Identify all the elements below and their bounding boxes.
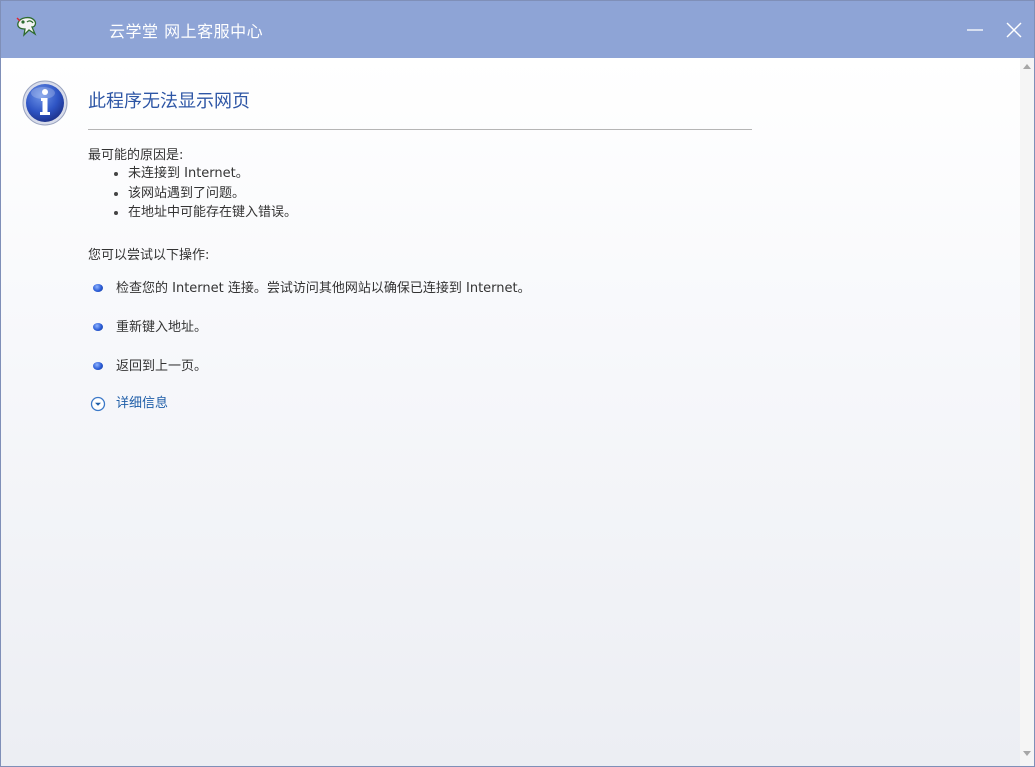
action-text: 检查您的 Internet 连接。尝试访问其他网站以确保已连接到 Interne… bbox=[116, 281, 531, 296]
bullet-icon bbox=[114, 211, 118, 215]
reason-item: 未连接到 Internet。 bbox=[114, 164, 297, 184]
try-title: 您可以尝试以下操作: bbox=[88, 248, 210, 263]
scroll-down-arrow-icon[interactable] bbox=[1023, 751, 1031, 756]
window-title: 云学堂 网上客服中心 bbox=[109, 22, 264, 41]
bullet-icon bbox=[114, 191, 118, 196]
reason-text: 该网站遇到了问题。 bbox=[128, 185, 246, 201]
reason-text: 未连接到 Internet。 bbox=[128, 166, 249, 181]
action-text: 返回到上一页。 bbox=[116, 359, 208, 374]
vertical-scrollbar[interactable] bbox=[1020, 58, 1034, 766]
reason-list: 未连接到 Internet。 该网站遇到了问题。 在地址中可能存在键入错误。 bbox=[114, 164, 297, 223]
minimize-icon bbox=[967, 29, 983, 31]
browser-window: 云学堂 网上客服中心 此程序无法显示网页 最可能的原因是: 未连接到 Inter… bbox=[0, 0, 1035, 767]
blue-bullet-icon bbox=[93, 323, 103, 331]
more-information-label: 详细信息 bbox=[116, 396, 169, 411]
reason-item: 该网站遇到了问题。 bbox=[114, 184, 297, 204]
reason-text: 在地址中可能存在键入错误。 bbox=[128, 205, 298, 220]
action-text: 重新键入地址。 bbox=[116, 320, 208, 335]
bullet-icon bbox=[114, 172, 118, 176]
minimize-button[interactable] bbox=[959, 15, 989, 45]
blue-bullet-icon bbox=[93, 362, 103, 370]
chevron-down-circle-icon bbox=[90, 396, 106, 412]
error-page-content: 此程序无法显示网页 最可能的原因是: 未连接到 Internet。 该网站遇到了… bbox=[1, 58, 1020, 766]
close-button[interactable] bbox=[998, 15, 1028, 45]
close-icon bbox=[1006, 22, 1022, 38]
info-icon bbox=[21, 79, 69, 127]
blue-bullet-icon bbox=[93, 284, 103, 292]
scroll-up-arrow-icon[interactable] bbox=[1023, 64, 1031, 69]
page-heading: 此程序无法显示网页 bbox=[88, 91, 250, 112]
reasons-title: 最可能的原因是: bbox=[88, 148, 184, 163]
reason-item: 在地址中可能存在键入错误。 bbox=[114, 203, 297, 223]
app-logo-icon bbox=[14, 14, 40, 40]
title-bar: 云学堂 网上客服中心 bbox=[1, 1, 1034, 58]
heading-divider bbox=[88, 129, 752, 130]
